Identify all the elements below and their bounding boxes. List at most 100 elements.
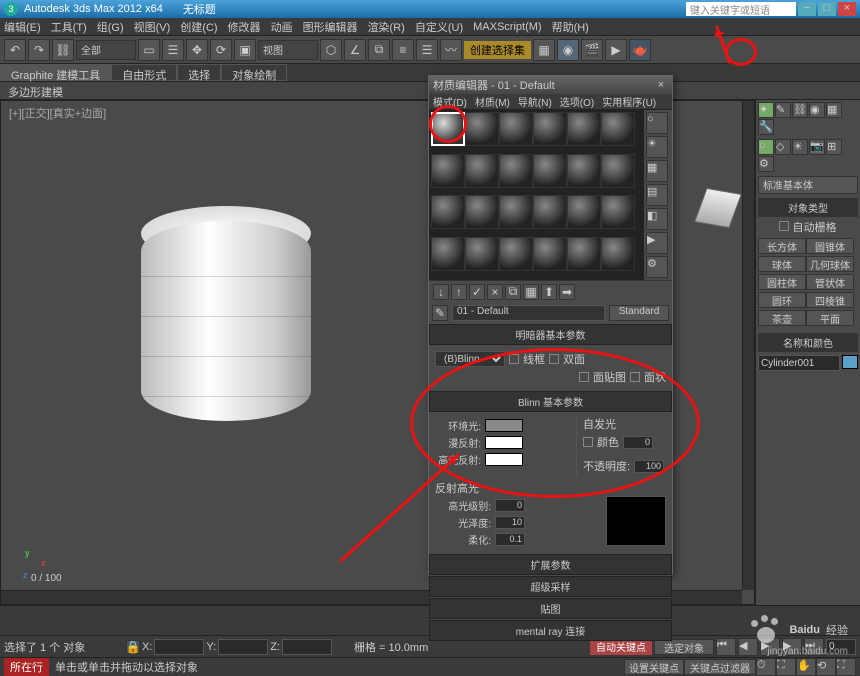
move-button[interactable]: ✥ — [186, 39, 208, 61]
menu-animation[interactable]: 动画 — [271, 19, 293, 35]
zoom-extents-button[interactable]: ⛶ — [776, 658, 796, 676]
video-check-button[interactable]: ◧ — [646, 208, 668, 230]
menu-help[interactable]: 帮助(H) — [552, 19, 589, 35]
utilities-tab[interactable]: 🔧 — [758, 119, 774, 135]
redo-button[interactable]: ↷ — [28, 39, 50, 61]
geometry-subtab[interactable]: ○ — [758, 139, 774, 155]
material-slot-1[interactable] — [431, 112, 465, 146]
cameras-subtab[interactable]: 📷 — [809, 139, 825, 155]
basic-params-rollout[interactable]: Blinn 基本参数 — [429, 391, 672, 412]
supersampling-rollout[interactable]: 超级采样 — [429, 576, 672, 597]
options-button[interactable]: ⚙ — [646, 256, 668, 278]
cylinder-object[interactable] — [141, 221, 311, 421]
material-slot[interactable] — [431, 154, 465, 188]
cylinder-button[interactable]: 圆柱体 — [758, 274, 806, 290]
rotate-button[interactable]: ⟳ — [210, 39, 232, 61]
material-slot[interactable] — [601, 154, 635, 188]
maps-rollout[interactable]: 贴图 — [429, 598, 672, 619]
material-slot[interactable] — [499, 237, 533, 271]
ribbon-tab-paint[interactable]: 对象绘制 — [221, 64, 287, 81]
material-slot[interactable] — [533, 112, 567, 146]
transform-y-input[interactable] — [218, 639, 268, 655]
mat-menu-material[interactable]: 材质(M) — [475, 94, 510, 109]
specular-color-swatch[interactable] — [485, 453, 523, 466]
pick-material-button[interactable]: ✎ — [432, 305, 448, 321]
close-button[interactable]: × — [838, 2, 856, 16]
pyramid-button[interactable]: 四棱锥 — [806, 292, 854, 308]
material-slot[interactable] — [567, 154, 601, 188]
object-color-swatch[interactable] — [842, 355, 858, 369]
maximize-button[interactable]: □ — [818, 2, 836, 16]
torus-button[interactable]: 圆环 — [758, 292, 806, 308]
material-editor-titlebar[interactable]: 材质编辑器 - 01 - Default × — [429, 76, 672, 94]
select-button[interactable]: ▭ — [138, 39, 160, 61]
diffuse-color-swatch[interactable] — [485, 436, 523, 449]
scale-button[interactable]: ▣ — [234, 39, 256, 61]
helpers-subtab[interactable]: ⊞ — [826, 139, 842, 155]
facemap-checkbox[interactable] — [579, 372, 589, 382]
ribbon-tab-freeform[interactable]: 自由形式 — [111, 64, 177, 81]
material-slot[interactable] — [533, 154, 567, 188]
material-slot[interactable] — [431, 237, 465, 271]
put-to-scene-button[interactable]: ↑ — [451, 284, 467, 300]
menu-modifiers[interactable]: 修改器 — [228, 19, 261, 35]
maximize-viewport-button[interactable]: ⛶ — [836, 658, 856, 676]
menu-maxscript[interactable]: MAXScript(M) — [473, 21, 541, 33]
viewcube[interactable] — [700, 190, 740, 230]
menu-create[interactable]: 创建(C) — [180, 19, 217, 35]
autogrid-checkbox[interactable] — [779, 221, 789, 231]
backlight-button[interactable]: ☀ — [646, 136, 668, 158]
teapot-button[interactable]: 茶壶 — [758, 310, 806, 326]
undo-button[interactable]: ↶ — [4, 39, 26, 61]
soften-spinner[interactable]: 0.1 — [495, 533, 525, 546]
selfillum-spinner[interactable]: 0 — [623, 436, 653, 449]
tube-button[interactable]: 管状体 — [806, 274, 854, 290]
glossiness-spinner[interactable]: 10 — [495, 516, 525, 529]
material-slot[interactable] — [601, 195, 635, 229]
material-name-input[interactable]: 01 - Default — [452, 305, 605, 321]
menu-tools[interactable]: 工具(T) — [51, 19, 87, 35]
material-slot[interactable] — [465, 195, 499, 229]
material-slot[interactable] — [601, 112, 635, 146]
material-slot[interactable] — [465, 237, 499, 271]
opacity-spinner[interactable]: 100 — [634, 460, 664, 473]
align-button[interactable]: ≡ — [392, 39, 414, 61]
material-slot[interactable] — [533, 237, 567, 271]
named-selection-input[interactable]: 创建选择集 — [464, 41, 531, 59]
material-slot[interactable] — [465, 112, 499, 146]
shader-params-rollout[interactable]: 明暗器基本参数 — [429, 324, 672, 345]
link-button[interactable]: ⛓ — [52, 39, 74, 61]
mat-menu-options[interactable]: 选项(O) — [560, 94, 594, 109]
box-button[interactable]: 长方体 — [758, 238, 806, 254]
mat-menu-modes[interactable]: 模式(D) — [433, 94, 467, 109]
create-tab[interactable]: ✦ — [758, 102, 774, 118]
material-slot[interactable] — [567, 237, 601, 271]
menu-rendering[interactable]: 渲染(R) — [368, 19, 405, 35]
extended-params-rollout[interactable]: 扩展参数 — [429, 554, 672, 575]
geometry-category-dropdown[interactable]: 标准基本体 — [758, 176, 858, 194]
minimize-button[interactable]: − — [798, 2, 816, 16]
material-type-button[interactable]: Standard — [609, 305, 669, 321]
material-slot[interactable] — [499, 154, 533, 188]
get-material-button[interactable]: ↓ — [433, 284, 449, 300]
render-setup-button[interactable]: 🎬 — [581, 39, 603, 61]
ribbon-tab-selection[interactable]: 选择 — [177, 64, 221, 81]
menu-customize[interactable]: 自定义(U) — [415, 19, 463, 35]
material-slot[interactable] — [533, 195, 567, 229]
make-preview-button[interactable]: ▶ — [646, 232, 668, 254]
angle-snap-button[interactable]: ∠ — [344, 39, 366, 61]
ribbon-tab-modeling[interactable]: Graphite 建模工具 — [0, 64, 111, 81]
wire-checkbox[interactable] — [509, 354, 519, 364]
lights-subtab[interactable]: ☀ — [792, 139, 808, 155]
display-tab[interactable]: ▦ — [826, 102, 842, 118]
render-button[interactable]: 🫖 — [629, 39, 651, 61]
name-color-rollout[interactable]: 名称和颜色 — [758, 333, 858, 352]
specular-level-spinner[interactable]: 0 — [495, 499, 525, 512]
schematic-button[interactable]: ▦ — [533, 39, 555, 61]
menu-edit[interactable]: 编辑(E) — [4, 19, 41, 35]
selfillum-color-checkbox[interactable] — [583, 437, 593, 447]
object-type-rollout[interactable]: 对象类型 — [758, 198, 858, 217]
orbit-button[interactable]: ⟲ — [816, 658, 836, 676]
2sided-checkbox[interactable] — [549, 354, 559, 364]
material-slot[interactable] — [601, 237, 635, 271]
